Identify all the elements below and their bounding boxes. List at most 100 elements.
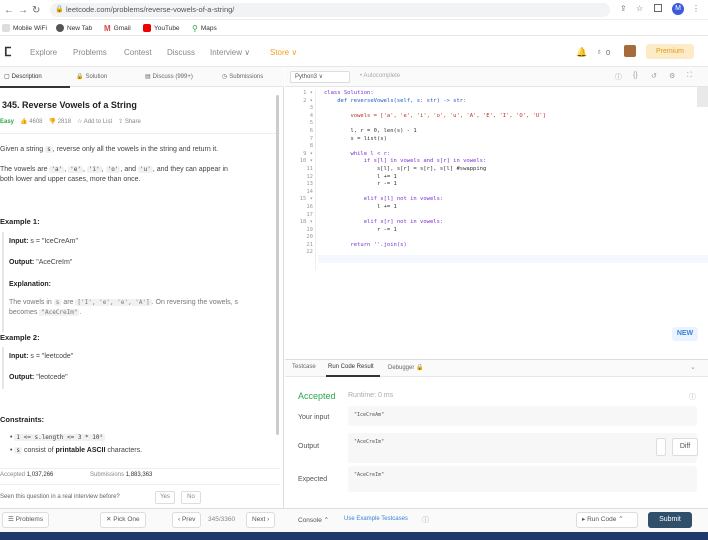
streak-count: 0 [606,48,611,57]
code-line: r -= 1 [324,226,397,233]
interview-question: Seen this question in a real interview b… [0,494,120,500]
line-number: 14 [306,188,313,195]
label: Input: [9,353,29,360]
description-paragraph-2: The vowels are 'a', 'e', 'i', 'o', and '… [0,166,228,183]
your-input-label: Your input [298,414,330,421]
line-number: 2 ▾ [303,97,313,104]
no-button[interactable]: No [181,491,201,504]
value: s = "IceCreAm" [30,238,78,245]
use-example-testcases-button[interactable]: Use Example Testcases [344,516,408,522]
text: , and [120,166,137,173]
new-badge[interactable]: NEW [672,327,698,341]
text: . On reversing the vowels, s [151,299,239,306]
code-line: return ''.join(s) [324,241,407,248]
tab-solution[interactable]: 🔒 Solution [76,73,108,81]
code-line: l += 1 [324,203,397,210]
diff-toggle[interactable] [656,438,666,456]
accepted-stat: Accepted 1,037,266 [0,472,53,478]
tab-debugger[interactable]: Debugger 🔒 [388,364,424,371]
bookmark-maps[interactable]: ⚲ Maps [192,24,217,33]
nav-store[interactable]: Store ∨ [270,48,297,57]
editor-scrollbar[interactable] [697,87,708,107]
settings-icon[interactable]: ⚙ [669,72,675,80]
bookmark-mobile-wifi[interactable]: Mobile WiFi [2,24,47,32]
lock-icon: 🔒 [416,365,424,371]
fullscreen-icon[interactable]: ⛶ [687,72,692,80]
address-input[interactable]: 🔒 leetcode.com/problems/reverse-vowels-o… [50,3,610,17]
thumbs-down-icon: 👎 [48,119,57,125]
label: Submissions [90,472,125,478]
dislike-button[interactable]: 👎 2818 [49,118,72,125]
problem-title: 345. Reverse Vowels of a String [2,100,137,110]
back-icon[interactable]: ← [4,5,14,16]
profile-avatar[interactable]: M [672,3,684,15]
tab-label: Description [11,73,42,80]
line-number: 22 [306,249,313,256]
divider [0,484,280,485]
tab-label: Discuss (999+) [152,73,193,80]
nav-interview[interactable]: Interview ∨ [210,48,250,57]
tab-description[interactable]: ▢ Description [4,73,42,81]
bookmark-gmail[interactable]: M Gmail [104,24,131,33]
tab-label: Solution [85,73,108,80]
premium-button[interactable]: Premium [646,44,694,59]
bell-icon[interactable]: 🔔 [576,47,587,58]
share-button[interactable]: ⇪ Share [118,118,141,125]
submissions-stat: Submissions 1,883,363 [90,472,152,478]
share-icon: ⇪ [118,119,124,125]
code-line: elif s[r] not in vowels: [324,219,444,226]
share-icon[interactable]: ⇪ [620,4,627,13]
left-scrollbar[interactable] [276,95,279,435]
star-icon[interactable]: ☆ [636,4,643,13]
add-to-list-button[interactable]: ☆ Add to List [77,118,112,125]
label: Output: [9,259,35,266]
nav-discuss[interactable]: Discuss [167,48,195,57]
tab-discuss[interactable]: ▤ Discuss (999+) [145,73,193,81]
braces-icon[interactable]: {} [633,72,638,79]
pick-one-button[interactable]: ✕ Pick One [100,512,146,528]
tab-run-code-result[interactable]: Run Code Result [328,364,374,370]
autocomplete-toggle[interactable]: • Autocomplete [360,73,400,79]
help-icon[interactable]: ⓘ [422,515,429,525]
label: Input: [9,238,29,245]
tab-submissions[interactable]: ◷ Submissions [222,73,263,81]
reload-icon[interactable]: ↻ [32,5,40,16]
value: "leotcede" [36,374,68,381]
next-button[interactable]: Next › [246,512,276,528]
lock-icon: 🔒 [55,6,64,13]
chat-icon: ▤ [145,74,151,80]
nav-contest[interactable]: Contest [124,48,152,57]
info-icon[interactable]: ⓘ [615,72,622,82]
bookmark-new-tab[interactable]: New Tab [56,24,92,32]
diff-button[interactable]: Diff [672,438,698,456]
inline-code: 'o' [105,166,121,173]
forward-icon[interactable]: → [18,5,28,16]
user-avatar[interactable] [624,45,636,57]
bookmark-youtube[interactable]: YouTube [143,24,180,32]
nav-problems[interactable]: Problems [73,48,107,57]
tab-icon[interactable] [654,4,662,12]
submit-button[interactable]: Submit [648,512,692,528]
line-number: 12 [306,173,313,180]
problems-button[interactable]: ☰ Problems [2,512,50,528]
leetcode-logo-icon[interactable]: ⵎ [4,45,11,59]
line-number-gutter: 1 ▾ 2 ▾ 3 4 5 6 7 8 9 ▾ 10 ▾ 11 12 13 14… [285,90,313,257]
like-button[interactable]: 👍 4608 [20,118,43,125]
code-line: if s[l] in vowels and s[r] in vowels: [324,158,487,165]
console-toggle[interactable]: Console ⌃ [298,516,329,524]
code-line: elif s[l] not in vowels: [324,196,444,203]
run-code-button[interactable]: ▸ Run Code ⌃ [576,512,638,528]
help-icon[interactable]: ⓘ [689,392,696,402]
constraint-1: • 1 <= s.length <= 3 * 10⁵ [10,434,106,441]
nav-explore[interactable]: Explore [30,48,57,57]
tab-testcase[interactable]: Testcase [292,364,316,370]
menu-icon[interactable]: ⋮ [692,4,700,13]
yes-button[interactable]: Yes [155,491,175,504]
prev-button[interactable]: ‹ Prev [172,512,202,528]
reset-icon[interactable]: ↺ [651,72,657,80]
language-select[interactable]: Python3 ∨ [290,71,350,83]
collapse-chevron-icon[interactable]: ⌄ [690,363,696,371]
